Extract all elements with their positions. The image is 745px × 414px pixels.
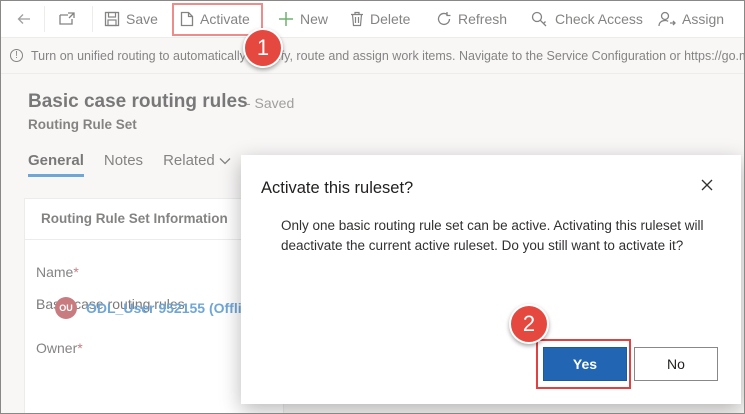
step-badge-2: 2 xyxy=(509,304,549,344)
dialog-title: Activate this ruleset? xyxy=(261,179,414,197)
dialog-message: Only one basic routing rule set can be a… xyxy=(281,218,704,253)
activate-confirm-dialog: Activate this ruleset? Only one basic ro… xyxy=(241,155,741,404)
yes-highlight-box xyxy=(536,339,631,389)
close-icon[interactable] xyxy=(699,177,715,193)
no-button[interactable]: No xyxy=(634,347,718,381)
step-badge-1: 1 xyxy=(243,28,283,68)
